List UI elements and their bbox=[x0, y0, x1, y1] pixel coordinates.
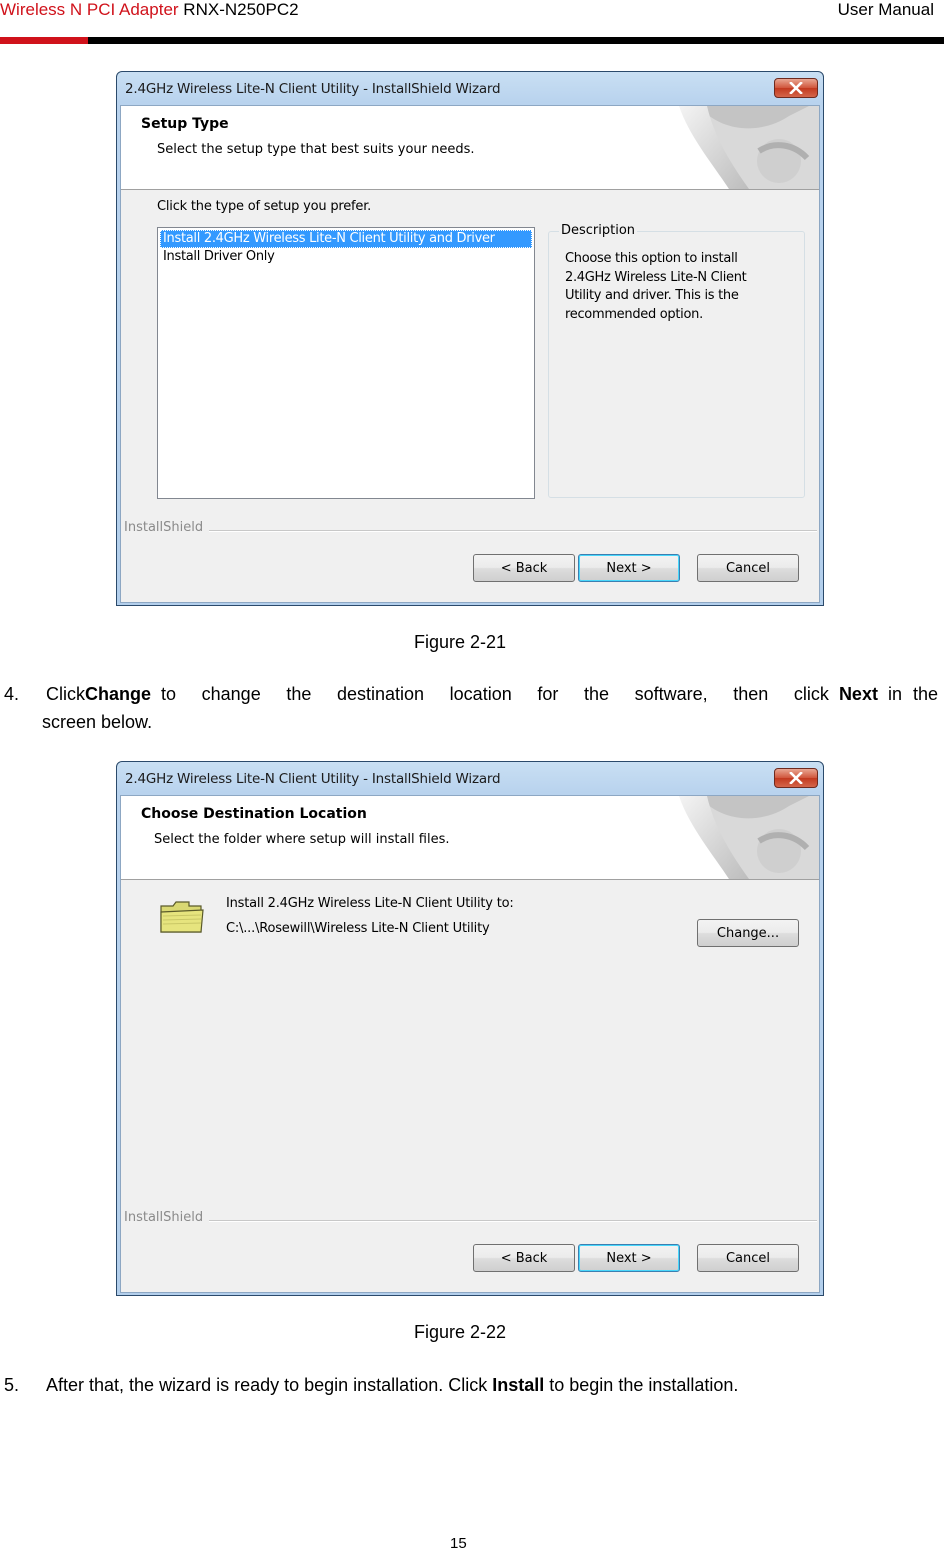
window-title: 2.4GHz Wireless Lite-N Client Utility - … bbox=[125, 81, 501, 97]
change-button[interactable]: Change... bbox=[697, 919, 799, 947]
header-rule-black bbox=[88, 37, 944, 44]
dialog-client-area: Setup Type Select the setup type that be… bbox=[120, 105, 820, 603]
folder-icon bbox=[160, 901, 204, 933]
dialog-client-area: Choose Destination Location Select the f… bbox=[120, 795, 820, 1293]
step-text-end: to begin the installation. bbox=[549, 1375, 739, 1395]
header-model: RNX-N250PC2 bbox=[183, 0, 299, 19]
step-number: 5. bbox=[4, 1375, 20, 1395]
change-keyword: Change bbox=[85, 684, 152, 704]
description-text: Choose this option to install 2.4GHz Wir… bbox=[565, 250, 795, 324]
cancel-button[interactable]: Cancel bbox=[697, 554, 799, 582]
figure-caption: Figure 2-21 bbox=[414, 632, 507, 652]
banner-title: Choose Destination Location bbox=[141, 806, 367, 822]
figure-caption: Figure 2-22 bbox=[414, 1322, 507, 1342]
page-curl-icon bbox=[679, 796, 819, 879]
next-button[interactable]: Next > bbox=[578, 554, 680, 582]
list-item-full-install[interactable]: Install 2.4GHz Wireless Lite-N Client Ut… bbox=[160, 230, 532, 248]
description-line: Utility and driver. This is the bbox=[565, 288, 739, 303]
install-path: C:\...\Rosewill\Wireless Lite-N Client U… bbox=[226, 921, 490, 936]
step-text-end: in the bbox=[887, 684, 938, 704]
wizard-banner: Choose Destination Location Select the f… bbox=[121, 796, 819, 880]
window-title: 2.4GHz Wireless Lite-N Client Utility - … bbox=[125, 771, 501, 787]
header-manual-label: User Manual bbox=[837, 0, 934, 19]
header-rule-red bbox=[0, 37, 88, 44]
description-line: recommended option. bbox=[565, 306, 703, 322]
installshield-label: InstallShield bbox=[124, 520, 204, 535]
close-button[interactable] bbox=[774, 78, 818, 98]
step-text: to change the destination location for t… bbox=[161, 684, 829, 704]
wizard-banner: Setup Type Select the setup type that be… bbox=[121, 106, 819, 190]
step-number: 4. bbox=[4, 684, 20, 704]
step-text: After that, the wizard is ready to begin… bbox=[46, 1375, 488, 1395]
banner-title: Setup Type bbox=[141, 116, 229, 132]
installshield-divider bbox=[209, 1220, 817, 1222]
banner-subtitle: Select the folder where setup will insta… bbox=[154, 832, 450, 847]
close-button[interactable] bbox=[774, 768, 818, 788]
page-number: 15 bbox=[450, 1535, 467, 1552]
setup-type-listbox[interactable]: Install 2.4GHz Wireless Lite-N Client Ut… bbox=[157, 227, 535, 499]
step4-line1: Click Change to change the destination l… bbox=[46, 680, 938, 708]
banner-subtitle: Select the setup type that best suits yo… bbox=[157, 142, 475, 157]
install-keyword: Install bbox=[492, 1375, 545, 1395]
list-item-driver-only[interactable]: Install Driver Only bbox=[160, 248, 532, 266]
setup-prompt: Click the type of setup you prefer. bbox=[157, 199, 372, 214]
next-button[interactable]: Next > bbox=[578, 1244, 680, 1272]
description-legend: Description bbox=[559, 223, 638, 238]
step5-line: After that, the wizard is ready to begin… bbox=[46, 1371, 738, 1399]
page-curl-icon bbox=[679, 106, 819, 189]
back-button[interactable]: < Back bbox=[473, 554, 575, 582]
description-line: Choose this option to install bbox=[565, 251, 738, 266]
setup-type-dialog: 2.4GHz Wireless Lite-N Client Utility - … bbox=[116, 71, 824, 606]
back-button[interactable]: < Back bbox=[473, 1244, 575, 1272]
document-header-title: Wireless N PCI Adapter RNX-N250PC2 bbox=[0, 0, 299, 20]
description-group: Description Choose this option to instal… bbox=[548, 223, 805, 498]
description-line: 2.4GHz Wireless Lite-N Client bbox=[565, 269, 747, 285]
destination-dialog: 2.4GHz Wireless Lite-N Client Utility - … bbox=[116, 761, 824, 1296]
installshield-label: InstallShield bbox=[124, 1210, 204, 1225]
cancel-button[interactable]: Cancel bbox=[697, 1244, 799, 1272]
close-icon bbox=[789, 82, 803, 94]
install-to-label: Install 2.4GHz Wireless Lite-N Client Ut… bbox=[226, 896, 514, 911]
next-keyword: Next bbox=[838, 684, 878, 704]
step-word: Click bbox=[46, 684, 85, 704]
installshield-divider bbox=[209, 530, 817, 532]
step4-line2: screen below. bbox=[42, 712, 153, 732]
header-brand: Wireless N PCI Adapter bbox=[0, 0, 179, 19]
close-icon bbox=[789, 772, 803, 784]
